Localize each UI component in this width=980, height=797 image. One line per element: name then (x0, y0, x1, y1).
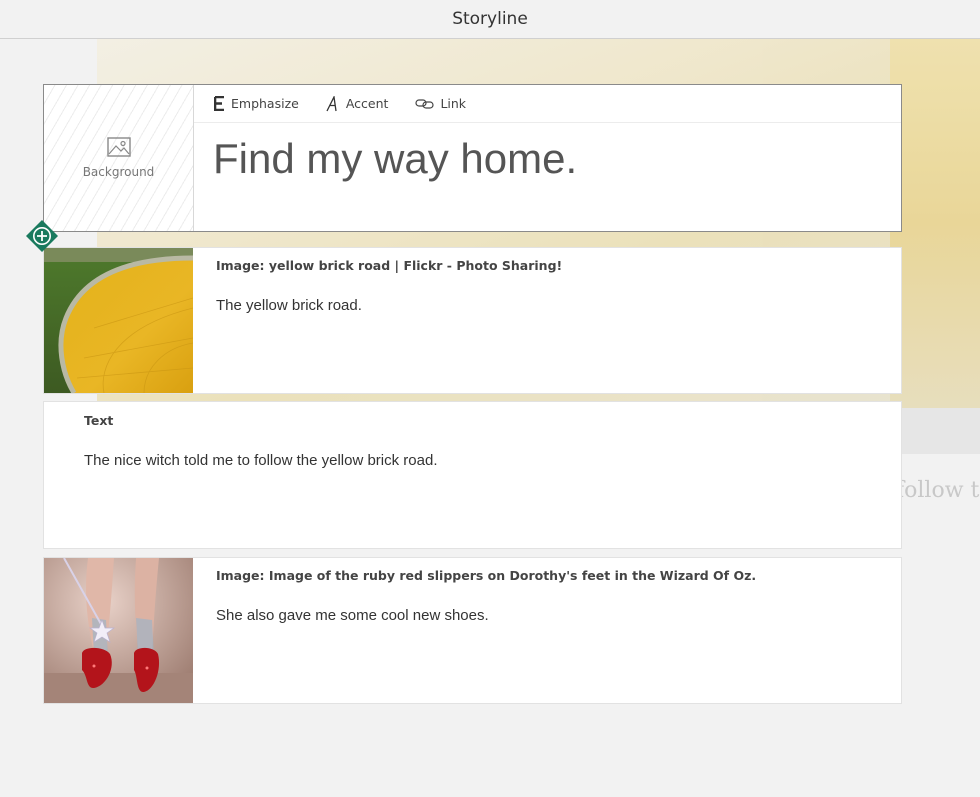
title-card[interactable]: Background Emphasize Accent Link Find my… (43, 84, 902, 232)
image-icon (106, 137, 131, 157)
card-label: Image: Image of the ruby red slippers on… (216, 568, 757, 583)
card-text[interactable]: The nice witch told me to follow the yel… (84, 452, 438, 469)
yellow-brick-road-photo[interactable] (44, 248, 193, 393)
story-headline[interactable]: Find my way home. (213, 135, 577, 183)
format-toolbar: Emphasize Accent Link (194, 85, 901, 123)
emphasize-button[interactable]: Emphasize (214, 96, 299, 111)
background-label: Background (82, 165, 155, 179)
accent-label: Accent (345, 96, 389, 111)
plus-icon (26, 220, 58, 252)
accent-button[interactable]: Accent (326, 95, 389, 112)
emphasize-label: Emphasize (231, 96, 299, 111)
background-preview-text: follow th (896, 478, 980, 503)
top-bar: Storyline (0, 0, 980, 39)
add-card-button[interactable] (26, 220, 58, 252)
card-caption[interactable]: The yellow brick road. (216, 297, 362, 314)
text-card[interactable]: Text The nice witch told me to follow th… (43, 401, 902, 549)
image-card-ruby-slippers[interactable]: Image: Image of the ruby red slippers on… (43, 557, 902, 704)
card-label: Image: yellow brick road | Flickr - Phot… (216, 258, 563, 273)
emphasize-icon (214, 96, 225, 111)
background-picker[interactable]: Background (44, 85, 194, 231)
card-label: Text (84, 413, 114, 428)
ruby-slippers-photo[interactable] (44, 558, 193, 703)
background-road-image (890, 39, 980, 408)
app-title: Storyline (452, 9, 528, 29)
card-caption[interactable]: She also gave me some cool new shoes. (216, 607, 489, 624)
link-button[interactable]: Link (415, 96, 466, 111)
link-label: Link (440, 96, 467, 111)
link-icon (415, 98, 435, 110)
image-card-yellow-brick-road[interactable]: Image: yellow brick road | Flickr - Phot… (43, 247, 902, 394)
accent-icon (326, 95, 340, 112)
